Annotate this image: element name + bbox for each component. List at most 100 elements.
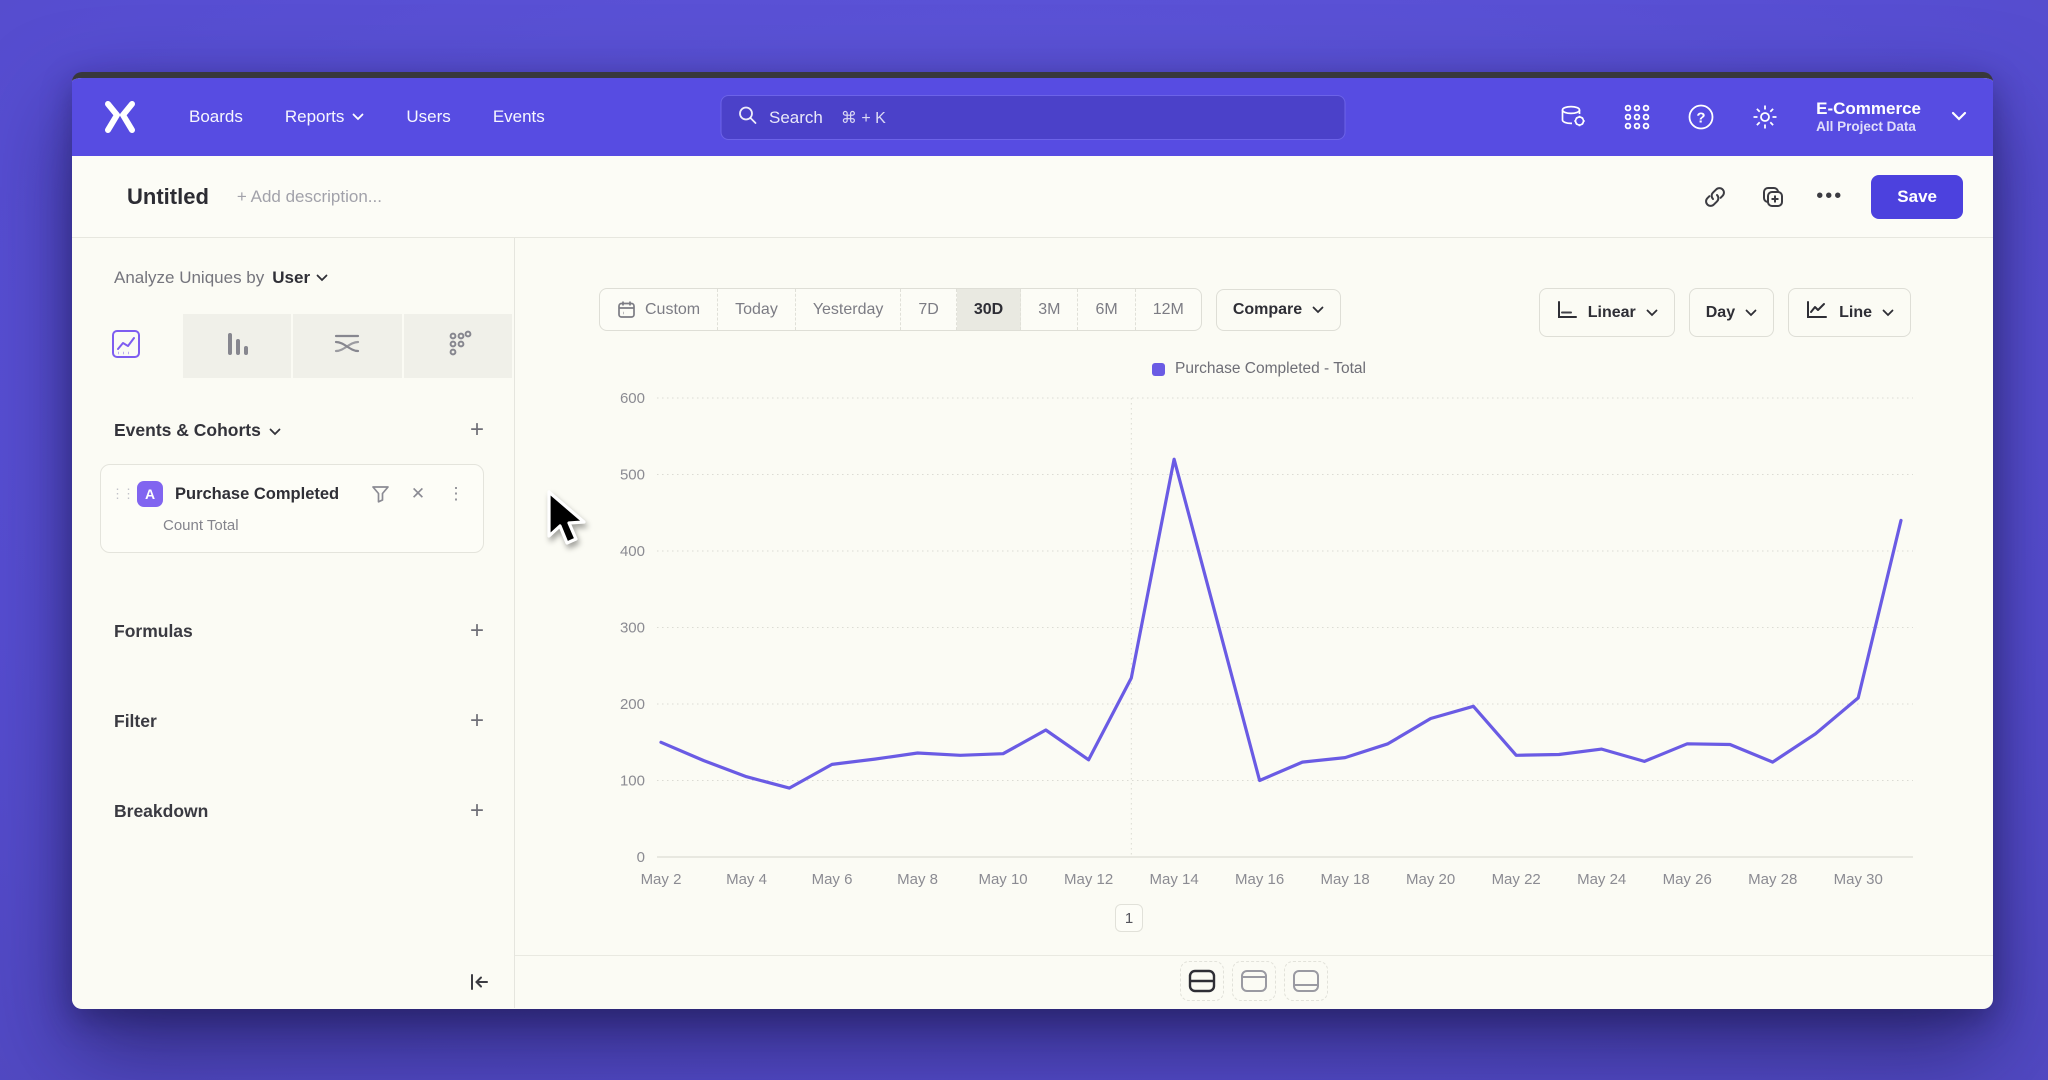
sidebar-group-filter: Filter+: [114, 709, 484, 733]
linear-scale-icon: [1556, 300, 1578, 325]
event-name[interactable]: Purchase Completed: [175, 485, 339, 504]
chart-display-controls: Linear Day Line: [1539, 288, 1911, 337]
more-options-icon[interactable]: •••: [1816, 185, 1843, 208]
tab-bar-chart[interactable]: [183, 314, 294, 378]
x-tick-label: May 12: [1064, 871, 1113, 888]
project-switcher[interactable]: E-Commerce All Project Data: [1816, 98, 1921, 136]
date-range-toolbar: CustomTodayYesterday7D30D3M6M12M Compare: [599, 288, 1341, 331]
y-tick-label: 600: [620, 390, 645, 407]
search-placeholder: Search: [769, 108, 823, 128]
tab-flow-chart[interactable]: [293, 314, 404, 378]
range-chip-12m[interactable]: 12M: [1136, 289, 1201, 330]
legend-swatch: [1152, 363, 1165, 376]
nav-item-reports[interactable]: Reports: [285, 107, 365, 127]
range-chip-7d[interactable]: 7D: [901, 289, 956, 330]
apps-grid-icon[interactable]: [1620, 100, 1654, 134]
duplicate-icon[interactable]: [1758, 182, 1788, 212]
analyze-by-dropdown[interactable]: User: [272, 268, 328, 288]
line-chart[interactable]: 0100200300400500600May 2May 4May 6May 8M…: [599, 384, 1919, 921]
add-filter-button[interactable]: +: [470, 709, 484, 733]
line-type-icon: [1805, 300, 1829, 325]
scatter-chart-icon: [443, 329, 473, 364]
range-chip-custom[interactable]: Custom: [600, 289, 718, 330]
group-label: Formulas: [114, 621, 193, 642]
pagination-page-1[interactable]: 1: [1115, 904, 1143, 932]
layout-switcher: [515, 955, 1993, 1008]
title-actions: ••• Save: [1700, 175, 1963, 219]
y-tick-label: 300: [620, 620, 645, 637]
add-description-field[interactable]: + Add description...: [237, 187, 382, 207]
copy-link-icon[interactable]: [1700, 182, 1730, 212]
mixpanel-logo-icon[interactable]: [98, 97, 142, 137]
x-tick-label: May 18: [1321, 871, 1370, 888]
interval-dropdown[interactable]: Day: [1689, 288, 1774, 337]
legend-item[interactable]: Purchase Completed - Total: [1152, 360, 1366, 378]
chevron-down-icon: [269, 420, 281, 441]
add-formulas-button[interactable]: +: [470, 619, 484, 643]
search-input[interactable]: Search ⌘ + K: [720, 95, 1345, 140]
app-window: Boards Reports Users Events Search ⌘ + K: [72, 72, 1993, 1009]
y-tick-label: 500: [620, 467, 645, 484]
x-tick-label: May 24: [1577, 871, 1626, 888]
event-metric[interactable]: Count Total: [163, 517, 469, 534]
remove-event-icon[interactable]: ✕: [405, 484, 431, 504]
sidebar-group-breakdown: Breakdown+: [114, 799, 484, 823]
range-chip-today[interactable]: Today: [718, 289, 796, 330]
event-card[interactable]: ⋮⋮ A Purchase Completed ✕ ⋮ Count Total: [100, 464, 484, 553]
project-subtitle: All Project Data: [1816, 119, 1921, 136]
range-chip-3m[interactable]: 3M: [1021, 289, 1078, 330]
flow-chart-icon: [331, 329, 363, 364]
date-range-group: CustomTodayYesterday7D30D3M6M12M: [599, 288, 1202, 331]
chart-type-dropdown[interactable]: Line: [1788, 288, 1911, 337]
chart-line[interactable]: [661, 459, 1901, 788]
x-tick-label: May 10: [978, 871, 1027, 888]
bottom-panel-layout-button[interactable]: [1284, 961, 1328, 1001]
nav-item-events[interactable]: Events: [493, 107, 545, 127]
settings-gear-icon[interactable]: [1748, 100, 1782, 134]
calendar-icon: [617, 300, 636, 319]
nav-item-boards[interactable]: Boards: [189, 107, 243, 127]
sidebar-groups: Formulas+Filter+Breakdown+: [114, 619, 484, 823]
nav-items: Boards Reports Users Events: [168, 107, 566, 127]
tab-scatter-chart[interactable]: [404, 314, 515, 378]
project-name: E-Commerce: [1816, 98, 1921, 119]
top-nav: Boards Reports Users Events Search ⌘ + K: [72, 78, 1993, 156]
save-button[interactable]: Save: [1871, 175, 1963, 219]
svg-text:?: ?: [1697, 110, 1706, 127]
filter-funnel-icon[interactable]: [367, 485, 393, 503]
drag-handle[interactable]: ⋮⋮: [111, 486, 125, 502]
compare-button[interactable]: Compare: [1216, 289, 1341, 331]
range-chip-6m[interactable]: 6M: [1078, 289, 1135, 330]
add-event-button[interactable]: +: [470, 418, 484, 442]
nav-item-users[interactable]: Users: [406, 107, 450, 127]
analyze-label: Analyze Uniques by: [114, 268, 264, 288]
search-shortcut: ⌘ + K: [841, 108, 886, 128]
line-chart-icon: [111, 329, 141, 364]
chart-legend: Purchase Completed - Total: [599, 360, 1919, 381]
collapse-sidebar-icon[interactable]: [468, 973, 490, 996]
bar-chart-icon: [222, 329, 252, 364]
report-title[interactable]: Untitled: [127, 184, 209, 210]
help-icon[interactable]: ?: [1684, 100, 1718, 134]
tab-line-chart[interactable]: [72, 314, 183, 378]
content-area: Analyze Uniques by User: [72, 238, 1993, 1008]
search-icon: [737, 105, 757, 130]
data-management-icon[interactable]: [1556, 100, 1590, 134]
query-sidebar: Analyze Uniques by User: [72, 238, 515, 1008]
y-tick-label: 0: [637, 849, 645, 866]
x-tick-label: May 26: [1663, 871, 1712, 888]
range-chip-yesterday[interactable]: Yesterday: [796, 289, 902, 330]
y-tick-label: 200: [620, 696, 645, 713]
top-panel-layout-button[interactable]: [1232, 961, 1276, 1001]
y-tick-label: 100: [620, 773, 645, 790]
x-tick-label: May 14: [1150, 871, 1199, 888]
split-horizontal-layout-button[interactable]: [1180, 961, 1224, 1001]
x-tick-label: May 30: [1834, 871, 1883, 888]
events-cohorts-header[interactable]: Events & Cohorts +: [114, 418, 484, 442]
event-kebab-icon[interactable]: ⋮: [443, 484, 469, 504]
x-tick-label: May 28: [1748, 871, 1797, 888]
x-tick-label: May 6: [812, 871, 853, 888]
scale-dropdown[interactable]: Linear: [1539, 288, 1675, 337]
range-chip-30d[interactable]: 30D: [957, 289, 1021, 330]
add-breakdown-button[interactable]: +: [470, 799, 484, 823]
